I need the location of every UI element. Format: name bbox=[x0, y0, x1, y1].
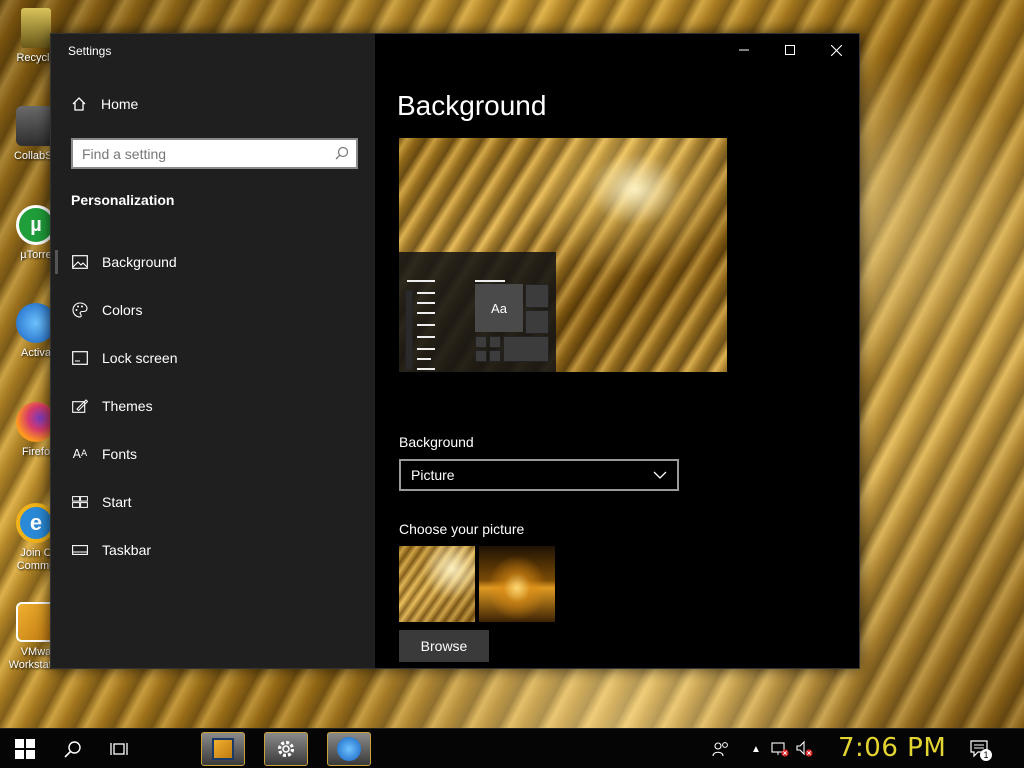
home-link[interactable]: Home bbox=[71, 96, 138, 112]
background-label: Background bbox=[399, 434, 474, 450]
main-content: Background Aa Background Picture Choose … bbox=[375, 34, 859, 668]
sidebar-item-background[interactable]: Background bbox=[51, 238, 375, 286]
palette-icon bbox=[71, 301, 89, 319]
task-view-icon bbox=[110, 743, 128, 755]
search-input[interactable] bbox=[73, 140, 356, 167]
taskbar-app-settings[interactable] bbox=[264, 732, 308, 766]
volume-muted-icon[interactable] bbox=[795, 739, 815, 759]
preview-sample-tile: Aa bbox=[475, 284, 523, 332]
show-hidden-icons-icon[interactable]: ▲ bbox=[746, 739, 766, 759]
taskbar-icon bbox=[71, 541, 89, 559]
page-title: Background bbox=[397, 90, 547, 121]
minimize-icon bbox=[739, 49, 749, 51]
sidebar-item-label: Lock screen bbox=[102, 350, 178, 366]
recycle-bin-icon bbox=[21, 8, 51, 48]
background-preview: Aa bbox=[399, 138, 727, 372]
windows-logo-icon bbox=[15, 739, 35, 759]
clock[interactable]: 7:06 PM bbox=[838, 733, 946, 763]
sidebar-item-label: Background bbox=[102, 254, 177, 270]
lock-screen-icon bbox=[71, 349, 89, 367]
chevron-down-icon bbox=[653, 471, 667, 479]
choose-picture-label: Choose your picture bbox=[399, 521, 525, 537]
taskbar-app-vmware[interactable] bbox=[201, 732, 245, 766]
search-icon bbox=[335, 146, 349, 160]
fonts-icon: AA bbox=[72, 447, 88, 461]
sidebar-item-label: Taskbar bbox=[102, 542, 152, 558]
sidebar-item-colors[interactable]: Colors bbox=[51, 286, 375, 334]
sidebar-item-themes[interactable]: Themes bbox=[51, 382, 375, 430]
maximize-button[interactable] bbox=[767, 34, 813, 66]
picture-thumbnail[interactable] bbox=[479, 546, 555, 622]
sidebar: Settings Home Personalization Background bbox=[51, 34, 375, 668]
background-type-value: Picture bbox=[411, 467, 455, 483]
task-view-button[interactable] bbox=[96, 729, 142, 768]
taskbar-app-activation[interactable] bbox=[327, 732, 371, 766]
action-center-button[interactable]: 1 bbox=[970, 739, 992, 761]
sidebar-item-label: Colors bbox=[102, 302, 143, 318]
sidebar-item-label: Start bbox=[102, 494, 132, 510]
sidebar-item-label: Fonts bbox=[102, 446, 138, 462]
close-icon bbox=[830, 44, 842, 56]
picture-icon bbox=[71, 253, 89, 271]
close-button[interactable] bbox=[813, 34, 859, 66]
browse-button[interactable]: Browse bbox=[399, 630, 489, 662]
taskbar: ▲ 7:06 PM 1 bbox=[0, 728, 1024, 768]
vmware-icon bbox=[212, 738, 234, 760]
search-box[interactable] bbox=[71, 138, 358, 169]
notification-count-badge: 1 bbox=[980, 749, 992, 761]
home-label: Home bbox=[101, 96, 139, 112]
section-title: Personalization bbox=[71, 192, 175, 208]
window-title: Settings bbox=[68, 44, 112, 58]
settings-window: Settings Home Personalization Background bbox=[50, 33, 860, 669]
sidebar-item-label: Themes bbox=[102, 398, 153, 414]
preview-start-menu: Aa bbox=[399, 252, 556, 372]
minimize-button[interactable] bbox=[721, 34, 767, 66]
home-icon bbox=[72, 97, 86, 111]
activation-icon bbox=[337, 737, 361, 761]
sidebar-nav: Background Colors Lock screen Themes A A… bbox=[51, 238, 375, 574]
search-taskbar-button[interactable] bbox=[50, 729, 96, 768]
start-icon bbox=[71, 493, 89, 511]
gear-icon bbox=[277, 740, 295, 758]
sidebar-item-taskbar[interactable]: Taskbar bbox=[51, 526, 375, 574]
start-button[interactable] bbox=[2, 729, 48, 768]
search-icon bbox=[64, 741, 81, 758]
themes-icon bbox=[71, 397, 89, 415]
people-icon[interactable] bbox=[711, 739, 731, 759]
sidebar-item-fonts[interactable]: AA Fonts bbox=[51, 430, 375, 478]
picture-thumbnail[interactable] bbox=[399, 546, 475, 622]
maximize-icon bbox=[785, 45, 795, 55]
sidebar-item-start[interactable]: Start bbox=[51, 478, 375, 526]
background-type-dropdown[interactable]: Picture bbox=[399, 459, 679, 491]
network-disconnected-icon[interactable] bbox=[770, 739, 790, 759]
sidebar-item-lock-screen[interactable]: Lock screen bbox=[51, 334, 375, 382]
